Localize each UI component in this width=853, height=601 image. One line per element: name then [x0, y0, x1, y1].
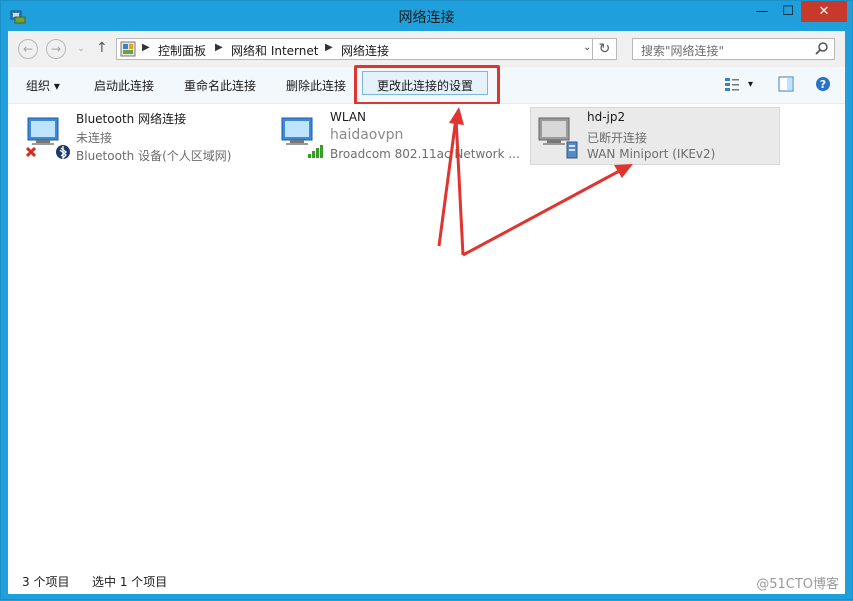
selected-count: 选中 1 个项目 — [92, 575, 168, 589]
change-view-icon[interactable] — [724, 76, 740, 92]
search-icon[interactable] — [814, 40, 830, 56]
command-bar: 组织 ▾ 启动此连接 重命名此连接 删除此连接 更改此连接的设置 ▾ ? — [8, 65, 845, 105]
up-button[interactable]: ↑ — [96, 40, 108, 56]
help-icon[interactable]: ? — [815, 76, 831, 92]
delete-connection-button[interactable]: 删除此连接 — [286, 77, 346, 94]
bluetooth-network-icon — [25, 117, 70, 160]
connection-status: haidaovpn — [330, 127, 404, 143]
connection-status: 已断开连接 — [587, 131, 648, 145]
connection-device: Broadcom 802.11ac Network ... — [330, 147, 520, 161]
back-button[interactable]: ← — [18, 39, 38, 59]
address-row: ← → ⌄ ↑ ▶ 控制面板 ▶ 网络和 Internet ▶ 网络连接 ⌄ ↻ — [8, 31, 845, 67]
address-bar[interactable]: ▶ 控制面板 ▶ 网络和 Internet ▶ 网络连接 ⌄ — [116, 38, 593, 60]
connection-hd-jp2[interactable]: hd-jp2 已断开连接 WAN Miniport (IKEv2) — [530, 107, 780, 165]
connection-bluetooth[interactable]: Bluetooth 网络连接 未连接 Bluetooth 设备(个人区域网) — [20, 108, 260, 166]
refresh-button[interactable]: ↻ — [593, 38, 617, 60]
explorer-client: ← → ⌄ ↑ ▶ 控制面板 ▶ 网络和 Internet ▶ 网络连接 ⌄ ↻ — [8, 31, 845, 594]
item-count: 3 个项目 — [22, 575, 70, 589]
connection-device: Bluetooth 设备(个人区域网) — [76, 149, 232, 163]
wlan-network-icon — [281, 117, 323, 158]
breadcrumb-network-internet[interactable]: 网络和 Internet — [231, 42, 318, 59]
view-dropdown-icon[interactable]: ▾ — [748, 79, 753, 90]
address-dropdown-icon[interactable]: ⌄ — [583, 42, 591, 53]
breadcrumb-separator[interactable]: ▶ — [215, 42, 223, 53]
organize-menu[interactable]: 组织 ▾ — [26, 77, 60, 94]
preview-pane-icon[interactable] — [778, 76, 794, 92]
connection-device: WAN Miniport (IKEv2) — [587, 147, 716, 161]
connection-wlan[interactable]: WLAN haidaovpn Broadcom 802.11ac Network… — [274, 108, 526, 166]
watermark: @51CTO博客 — [756, 577, 839, 592]
window-title: 网络连接 — [398, 10, 455, 26]
close-button[interactable]: ✕ — [801, 1, 847, 22]
svg-text:?: ? — [820, 78, 826, 91]
breadcrumb-network-connections[interactable]: 网络连接 — [341, 42, 389, 59]
recent-dropdown-icon[interactable]: ⌄ — [71, 39, 91, 59]
start-connection-button[interactable]: 启动此连接 — [94, 77, 154, 94]
minimize-button[interactable]: — — [749, 1, 775, 22]
breadcrumb-separator: ▶ — [142, 42, 150, 53]
vpn-network-icon — [538, 117, 578, 159]
forward-button[interactable]: → — [46, 39, 66, 59]
connection-name: Bluetooth 网络连接 — [76, 112, 187, 126]
connection-list: Bluetooth 网络连接 未连接 Bluetooth 设备(个人区域网) W… — [8, 104, 845, 564]
rename-connection-button[interactable]: 重命名此连接 — [184, 77, 256, 94]
search-input[interactable]: 搜索"网络连接" — [632, 38, 835, 60]
breadcrumb-separator[interactable]: ▶ — [325, 42, 333, 53]
window: 网络连接 — ☐ ✕ ← → ⌄ ↑ ▶ 控制面板 ▶ 网络和 Internet — [0, 0, 853, 600]
title-bar[interactable]: 网络连接 — ☐ ✕ — [1, 1, 852, 31]
control-panel-icon — [120, 41, 136, 57]
status-bar: 3 个项目 选中 1 个项目 @51CTO博客 — [8, 564, 845, 594]
connection-name: WLAN — [330, 110, 367, 124]
breadcrumb-control-panel[interactable]: 控制面板 — [158, 42, 206, 59]
connection-name: hd-jp2 — [587, 110, 626, 124]
maximize-button[interactable]: ☐ — [775, 1, 801, 22]
search-placeholder: 搜索"网络连接" — [641, 44, 725, 58]
connection-status: 未连接 — [76, 131, 113, 145]
annotation-highlight-box — [354, 65, 500, 105]
